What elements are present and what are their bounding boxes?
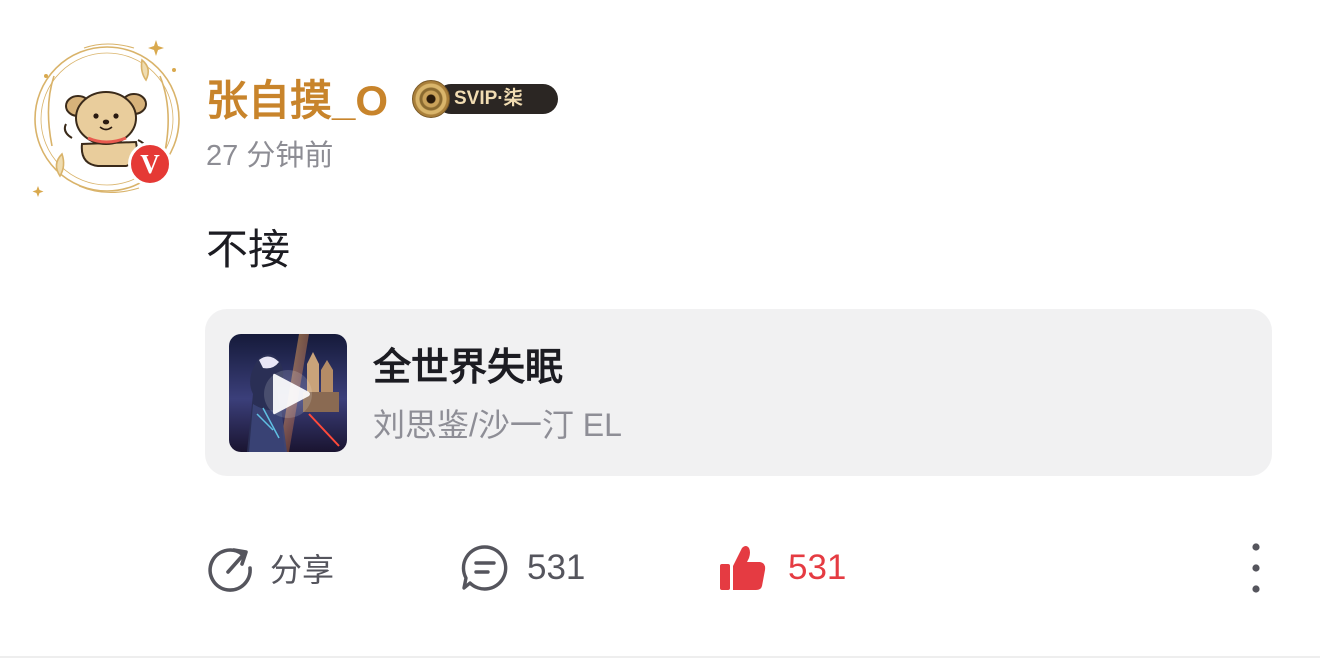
vinyl-disc-icon bbox=[412, 80, 450, 118]
verified-badge: V bbox=[128, 142, 172, 186]
comment-bubble-icon bbox=[461, 545, 508, 591]
divider bbox=[0, 656, 1320, 658]
vip-label: SVIP·柒 bbox=[436, 84, 558, 114]
more-vertical-icon bbox=[1252, 543, 1260, 593]
music-card[interactable]: 全世界失眠 刘思鉴/沙一汀 EL bbox=[205, 309, 1272, 476]
feed-post: V 张自摸_O SVIP·柒 27 分钟前 不接 全世界失眠 刘思鉴/沙一汀 E… bbox=[0, 0, 1320, 663]
song-artist: 刘思鉴/沙一汀 EL bbox=[373, 407, 622, 443]
share-button[interactable]: 分享 bbox=[204, 540, 334, 596]
play-icon[interactable] bbox=[269, 370, 313, 418]
comment-count: 531 bbox=[527, 548, 586, 587]
comment-button[interactable]: 531 bbox=[459, 540, 585, 596]
share-label: 分享 bbox=[270, 552, 335, 588]
username[interactable]: 张自摸_O bbox=[206, 74, 388, 128]
post-timestamp: 27 分钟前 bbox=[206, 140, 334, 172]
post-text: 不接 bbox=[206, 226, 291, 273]
share-arrow-icon bbox=[208, 548, 252, 592]
song-title: 全世界失眠 bbox=[373, 347, 564, 389]
vip-badge[interactable]: SVIP·柒 bbox=[412, 80, 558, 118]
avatar[interactable]: V bbox=[24, 36, 190, 202]
like-count: 531 bbox=[788, 548, 847, 587]
album-art[interactable] bbox=[229, 334, 347, 452]
thumbs-up-icon bbox=[720, 546, 766, 590]
more-options-button[interactable] bbox=[1240, 540, 1272, 596]
like-button[interactable]: 531 bbox=[716, 540, 846, 596]
